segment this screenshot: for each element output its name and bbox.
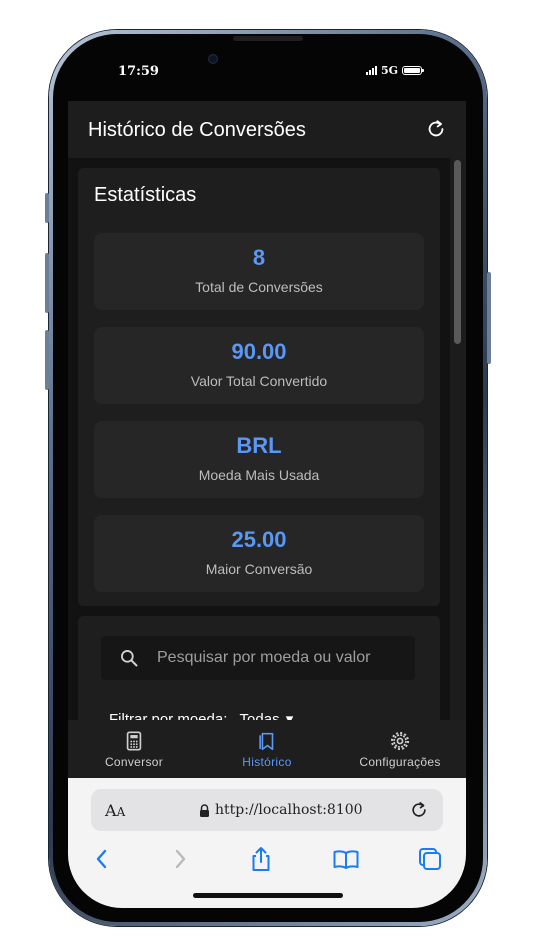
stat-value: 25.00 xyxy=(231,527,287,552)
status-indicators: 5G xyxy=(366,64,425,77)
search-icon xyxy=(121,650,138,667)
address-bar[interactable]: AA http://localhost:8100 xyxy=(91,789,443,831)
back-icon[interactable] xyxy=(88,845,116,873)
search-input[interactable] xyxy=(157,636,407,680)
front-camera xyxy=(208,54,218,64)
browser-chrome: AA http://localhost:8100 xyxy=(68,778,466,908)
power-button xyxy=(487,272,491,364)
forward-icon[interactable] xyxy=(166,845,194,873)
url-display[interactable]: http://localhost:8100 xyxy=(199,802,363,818)
url-text: http://localhost:8100 xyxy=(215,802,363,818)
refresh-icon[interactable] xyxy=(425,118,447,140)
stat-most-used-currency: BRL Moeda Mais Usada xyxy=(94,421,424,498)
tab-label: Configurações xyxy=(359,755,441,769)
stats-title: Estatísticas xyxy=(94,184,197,206)
calculator-icon xyxy=(126,731,142,751)
volume-down-button xyxy=(45,330,49,390)
stat-value: BRL xyxy=(236,433,282,458)
home-indicator xyxy=(193,893,343,898)
page-title: Histórico de Conversões xyxy=(88,119,306,141)
bookmark-icon xyxy=(259,732,274,751)
scrollbar-thumb[interactable] xyxy=(454,160,461,344)
app-screen: Histórico de Conversões Estatísticas 8 T… xyxy=(68,101,466,778)
tab-conversor[interactable]: Conversor xyxy=(86,720,182,778)
content-scroll-area[interactable]: Estatísticas 8 Total de Conversões 90.00… xyxy=(68,158,450,720)
stat-label: Valor Total Convertido xyxy=(190,373,328,389)
stats-card: Estatísticas 8 Total de Conversões 90.00… xyxy=(78,168,440,606)
tab-label: Histórico xyxy=(242,755,292,769)
filter-selected-value[interactable]: Todas xyxy=(240,711,280,720)
tab-label: Conversor xyxy=(104,755,164,769)
text-size-button[interactable]: AA xyxy=(105,801,125,820)
bookmarks-icon[interactable] xyxy=(332,845,360,873)
volume-up-button xyxy=(45,253,49,313)
network-type: 5G xyxy=(381,64,399,77)
scrollbar[interactable] xyxy=(450,158,466,720)
gear-icon xyxy=(390,731,410,751)
tabs-icon[interactable] xyxy=(416,845,444,873)
stat-total-conversions: 8 Total de Conversões xyxy=(94,233,424,310)
earpiece-speaker xyxy=(233,36,303,41)
stat-value: 90.00 xyxy=(231,339,287,364)
search-bar[interactable] xyxy=(101,636,415,680)
currency-filter[interactable]: Filtrar por moeda: Todas ▾ xyxy=(109,710,293,720)
status-time: 17:59 xyxy=(118,64,159,79)
stat-label: Total de Conversões xyxy=(195,279,323,295)
filter-label: Filtrar por moeda: xyxy=(109,711,228,720)
lock-icon xyxy=(200,803,209,817)
share-icon[interactable] xyxy=(247,845,275,873)
signal-icon xyxy=(366,66,377,75)
stat-label: Moeda Mais Usada xyxy=(198,467,320,483)
app-header: Histórico de Conversões xyxy=(68,101,466,158)
bottom-tab-bar: Conversor Histórico Configurações xyxy=(68,720,466,778)
battery-icon xyxy=(402,66,425,75)
reload-icon[interactable] xyxy=(409,800,429,820)
chevron-down-icon: ▾ xyxy=(285,711,294,720)
mute-switch xyxy=(45,193,49,223)
aa-label: AA xyxy=(105,801,126,820)
tab-historico[interactable]: Histórico xyxy=(218,720,316,778)
stat-largest-conversion: 25.00 Maior Conversão xyxy=(94,515,424,592)
stat-total-value: 90.00 Valor Total Convertido xyxy=(94,327,424,404)
stat-label: Maior Conversão xyxy=(205,561,313,577)
tab-configuracoes[interactable]: Configurações xyxy=(352,720,448,778)
filter-card: Filtrar por moeda: Todas ▾ xyxy=(78,616,440,720)
stat-value: 8 xyxy=(252,245,266,270)
